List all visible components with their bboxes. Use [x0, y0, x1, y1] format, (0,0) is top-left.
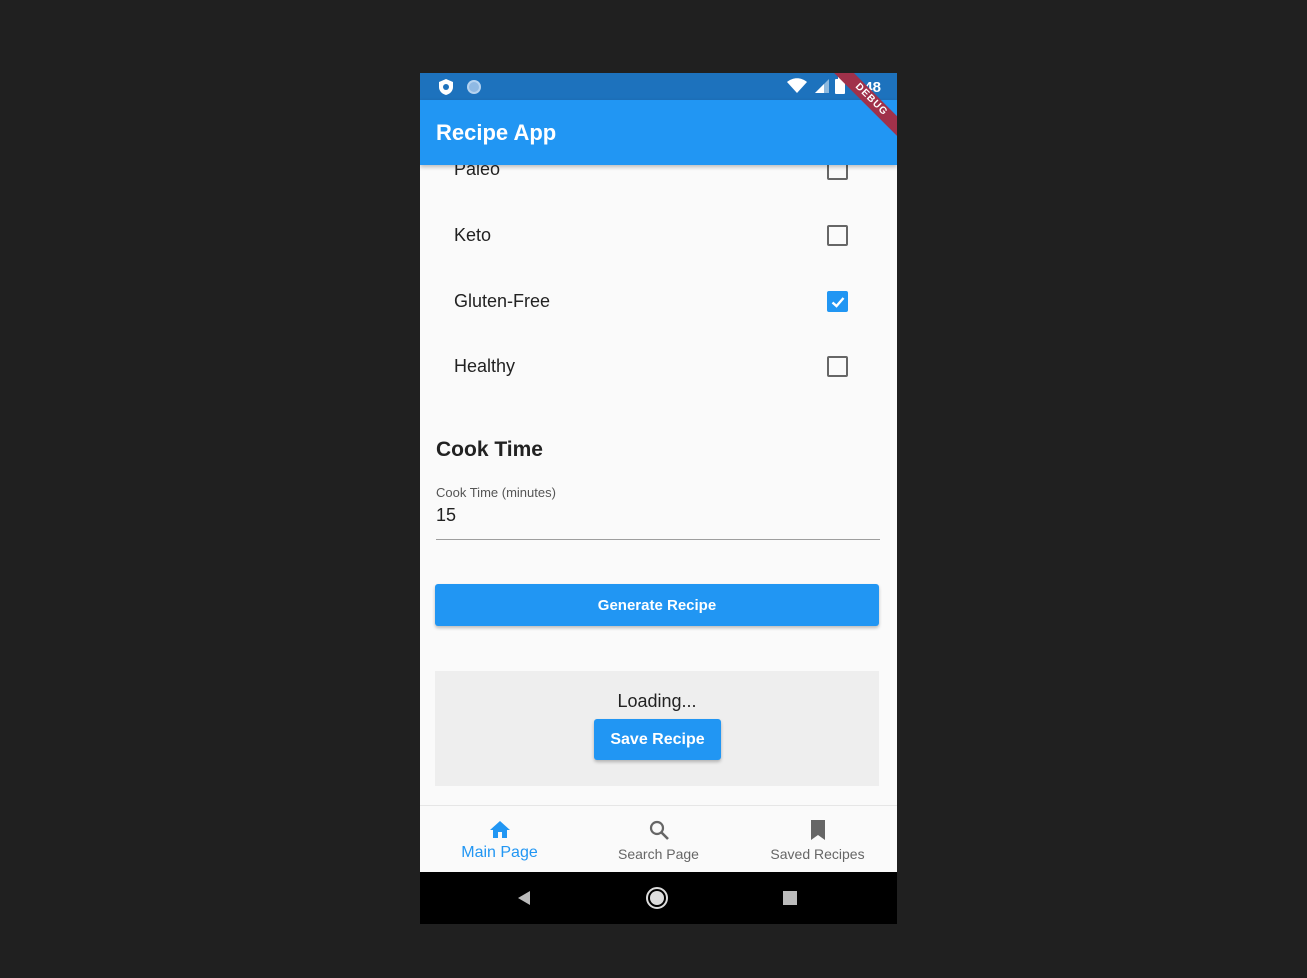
cook-time-title: Cook Time [436, 438, 543, 461]
cook-time-input[interactable] [436, 505, 876, 526]
home-icon [420, 818, 579, 842]
nav-search-page[interactable]: Search Page [579, 806, 738, 873]
status-bar: 4:48 [420, 73, 897, 100]
save-recipe-button[interactable]: Save Recipe [594, 719, 721, 760]
diet-option-label: Paleo [454, 165, 501, 179]
generate-recipe-button[interactable]: Generate Recipe [435, 584, 879, 626]
home-circle-icon[interactable] [645, 886, 669, 910]
wifi-icon [786, 77, 807, 98]
main-content[interactable]: Paleo Keto Gluten-Free Healthy Cook Time… [420, 165, 897, 805]
checkmark-icon [831, 297, 845, 308]
diet-option-paleo[interactable]: Paleo [420, 165, 897, 189]
signal-icon [813, 78, 829, 98]
diet-option-keto[interactable]: Keto [420, 215, 897, 255]
back-icon[interactable] [512, 886, 536, 910]
paleo-checkbox[interactable] [827, 165, 848, 180]
app-bar: Recipe App [420, 100, 897, 165]
healthy-checkbox[interactable] [827, 356, 848, 377]
nav-saved-recipes[interactable]: Saved Recipes [738, 806, 897, 873]
keto-checkbox[interactable] [827, 225, 848, 246]
gluten-free-checkbox[interactable] [827, 291, 848, 312]
nav-label: Main Page [461, 844, 538, 861]
search-icon [579, 818, 738, 842]
nav-label: Saved Recipes [770, 846, 865, 862]
nav-label: Search Page [618, 846, 699, 862]
status-left-icons [438, 78, 482, 101]
diet-option-label: Gluten-Free [454, 291, 551, 311]
shield-icon [438, 78, 454, 101]
diet-option-gluten-free[interactable]: Gluten-Free [420, 281, 897, 321]
recipe-result-box: Loading... Save Recipe [435, 671, 879, 786]
system-nav-bar [420, 872, 897, 924]
diet-option-label: Healthy [454, 356, 516, 376]
loading-text: Loading... [617, 691, 697, 711]
recents-icon[interactable] [778, 886, 802, 910]
bookmark-icon [738, 818, 897, 842]
diet-option-healthy[interactable]: Healthy [420, 346, 897, 386]
nav-main-page[interactable]: Main Page [420, 806, 579, 873]
sync-icon [466, 79, 482, 100]
diet-option-label: Keto [454, 225, 492, 245]
phone-screen: 4:48 Recipe App DEBUG Paleo Keto Gluten-… [420, 73, 897, 924]
app-title: Recipe App [436, 120, 557, 145]
cook-time-underline [436, 539, 880, 540]
bottom-nav: Main Page Search Page Saved Recipes [420, 805, 897, 873]
cook-time-field-label: Cook Time (minutes) [436, 485, 556, 500]
